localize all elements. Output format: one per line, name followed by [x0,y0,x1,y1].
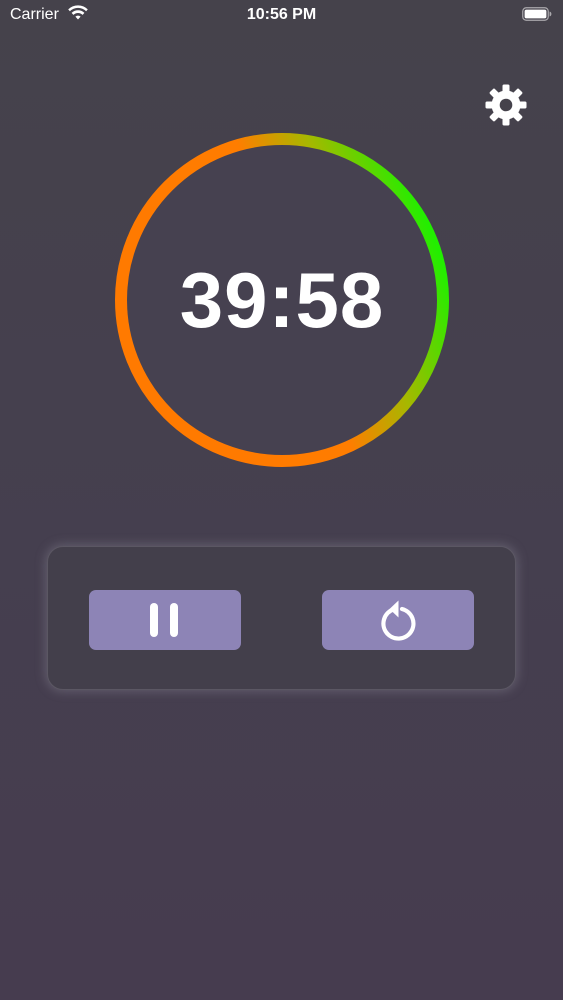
timer-display: 39:58 [179,255,385,344]
controls-panel [47,546,516,690]
battery-icon [522,7,552,21]
timer-screen: Carrier 10:56 PM 39:58 [0,0,563,1000]
pause-button[interactable] [89,590,241,650]
restart-icon [381,600,416,641]
status-time: 10:56 PM [246,6,317,23]
reset-button[interactable] [322,590,474,650]
settings-button[interactable] [483,82,529,128]
gear-icon [485,84,527,126]
pause-icon [150,603,178,637]
status-bar: Carrier 10:56 PM [0,0,563,30]
